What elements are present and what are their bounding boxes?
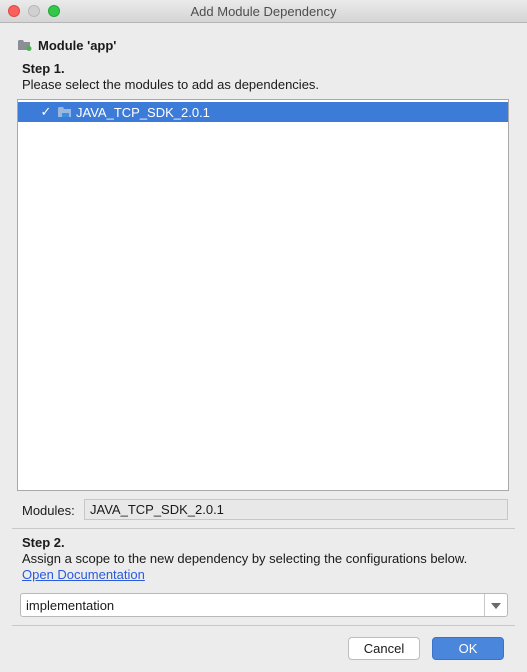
scope-select[interactable]: implementation [20, 593, 508, 617]
list-item[interactable]: ✓ JAVA_TCP_SDK_2.0.1 [18, 102, 508, 122]
step2-description: Assign a scope to the new dependency by … [22, 551, 468, 566]
ok-button[interactable]: OK [432, 637, 504, 660]
separator [12, 625, 515, 626]
dialog-window: Add Module Dependency Module 'app' Step … [0, 0, 527, 672]
module-list[interactable]: ✓ JAVA_TCP_SDK_2.0.1 [17, 99, 509, 491]
window-title: Add Module Dependency [190, 4, 337, 19]
open-documentation-link[interactable]: Open Documentation [22, 567, 145, 582]
cancel-button[interactable]: Cancel [348, 637, 420, 660]
combo-divider [484, 594, 485, 616]
module-checkbox[interactable]: ✓ [40, 105, 52, 118]
separator [12, 528, 515, 529]
modules-label: Modules: [22, 503, 75, 518]
modules-field: JAVA_TCP_SDK_2.0.1 [84, 499, 508, 520]
step1-description: Please select the modules to add as depe… [22, 77, 320, 92]
module-folder-icon [18, 39, 32, 51]
step1-title: Step 1. [22, 61, 65, 76]
scope-select-value: implementation [26, 598, 115, 613]
title-bar: Add Module Dependency [0, 0, 527, 23]
chevron-down-icon[interactable] [491, 603, 501, 609]
folder-icon [58, 106, 72, 118]
step2-title: Step 2. [22, 535, 65, 550]
module-header: Module 'app' [18, 37, 116, 53]
list-item-label: JAVA_TCP_SDK_2.0.1 [76, 104, 210, 120]
module-label: Module 'app' [38, 37, 117, 53]
